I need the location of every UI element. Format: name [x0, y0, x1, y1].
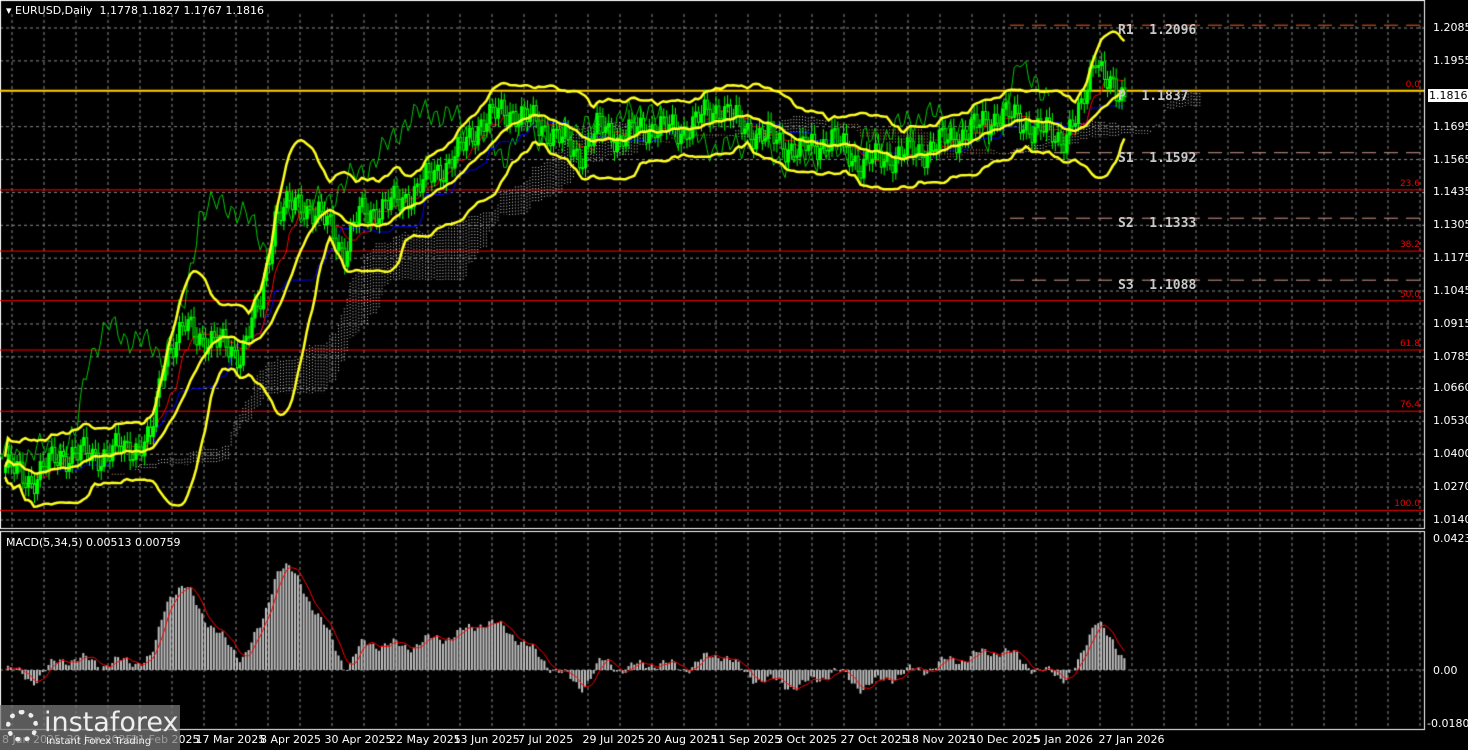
price-tick: 1.0140 [1433, 513, 1468, 526]
price-tick: 1.1565 [1433, 153, 1468, 166]
price-tick: 1.1045 [1433, 284, 1468, 297]
price-tick: 1.1955 [1433, 54, 1468, 67]
macd-axis-min: -0.01806 [1427, 717, 1468, 730]
price-tick: 1.1435 [1433, 185, 1468, 198]
fibo-level-label: 100.0 [1394, 499, 1420, 509]
date-tick: 5 Jan 2026 [1034, 733, 1093, 746]
date-tick: 20 Aug 2025 [647, 733, 717, 746]
price-tick: 1.1695 [1433, 120, 1468, 133]
date-tick: 27 Oct 2025 [841, 733, 909, 746]
date-tick: 18 Nov 2025 [905, 733, 975, 746]
date-tick: 30 Apr 2025 [325, 733, 393, 746]
collapse-arrow-icon[interactable]: ▾ [6, 4, 15, 17]
pivot-label: S3 1.1088 [1118, 278, 1196, 293]
price-tick: 1.0660 [1433, 381, 1468, 394]
date-tick: 8 Apr 2025 [260, 733, 321, 746]
price-tick: 1.0400 [1433, 447, 1468, 460]
fibo-level-label: 76.4 [1400, 400, 1420, 410]
price-tick: 1.0530 [1433, 414, 1468, 427]
fibo-level-label: 61.8 [1400, 339, 1420, 349]
gear-logo-icon [6, 710, 38, 742]
price-chart-canvas[interactable] [0, 0, 1468, 750]
logo-name: instaforex [44, 707, 178, 738]
date-tick: 10 Dec 2025 [970, 733, 1040, 746]
date-tick: 3 Oct 2025 [776, 733, 837, 746]
date-tick: 11 Sep 2025 [712, 733, 782, 746]
current-price-label: 1.1816 [1428, 89, 1468, 102]
macd-axis-max: 0.04237 [1433, 532, 1468, 545]
fibo-level-label: 50.0 [1400, 290, 1420, 300]
price-tick: 1.0915 [1433, 317, 1468, 330]
pivot-label: R1 1.2096 [1118, 23, 1196, 38]
macd-axis-zero: 0.00 [1433, 664, 1458, 677]
symbol-timeframe: EURUSD,Daily [15, 4, 92, 17]
macd-header: MACD(5,34,5) 0.00513 0.00759 [6, 536, 181, 549]
date-tick: 27 Jan 2026 [1099, 733, 1165, 746]
instaforex-logo: instaforex Instant Forex Trading [0, 705, 180, 750]
date-tick: 7 Jul 2025 [518, 733, 573, 746]
date-tick: 29 Jul 2025 [583, 733, 645, 746]
ohlc-values: 1.1778 1.1827 1.1767 1.1816 [100, 4, 264, 17]
fibo-level-label: 23.6 [1400, 179, 1420, 189]
pivot-label: P 1.1837 [1118, 89, 1188, 104]
pivot-label: S1 1.1592 [1118, 151, 1196, 166]
price-tick: 1.1305 [1433, 218, 1468, 231]
price-tick: 1.1175 [1433, 251, 1468, 264]
pivot-label: S2 1.1333 [1118, 216, 1196, 231]
fibo-level-label: 38.2 [1400, 240, 1420, 250]
chart-header: ▾ EURUSD,Daily 1.1778 1.1827 1.1767 1.18… [6, 4, 264, 17]
price-tick: 1.0270 [1433, 480, 1468, 493]
price-tick: 1.2085 [1433, 21, 1468, 34]
fibo-level-label: 0.0 [1406, 80, 1420, 90]
logo-tagline: Instant Forex Trading [46, 736, 151, 747]
price-tick: 1.0785 [1433, 350, 1468, 363]
date-tick: 22 May 2025 [389, 733, 461, 746]
date-tick: 17 Mar 2025 [196, 733, 266, 746]
date-tick: 13 Jun 2025 [454, 733, 520, 746]
